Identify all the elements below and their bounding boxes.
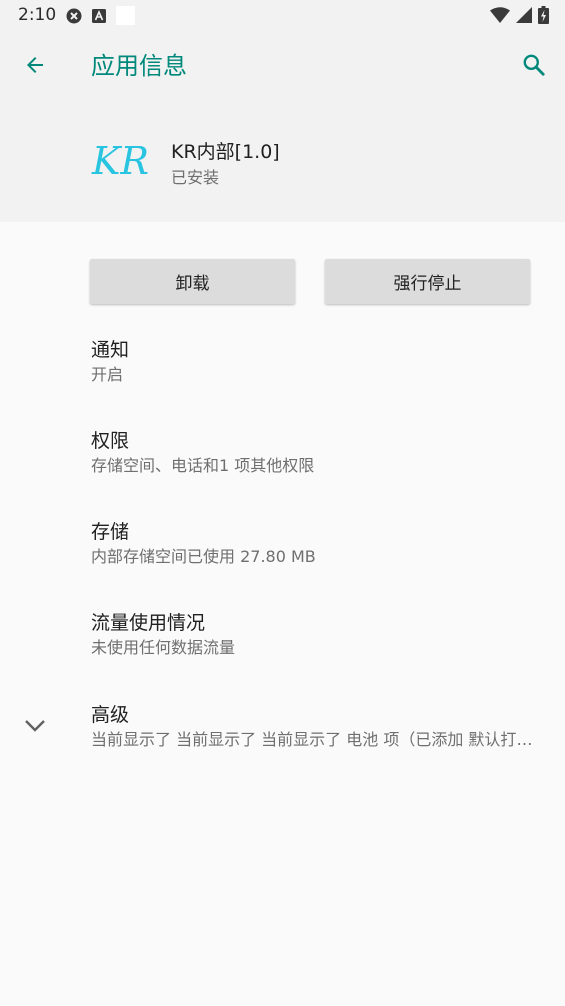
item-title: 权限 bbox=[91, 430, 130, 452]
app-install-status: 已安装 bbox=[171, 168, 220, 187]
app-name: KR内部[1.0] bbox=[171, 141, 280, 163]
item-subtitle: 存储空间、电话和1 项其他权限 bbox=[91, 456, 315, 475]
expand-advanced-button[interactable] bbox=[22, 714, 48, 740]
settings-item-storage[interactable]: 存储 内部存储空间已使用 27.80 MB bbox=[91, 519, 551, 569]
item-subtitle: 未使用任何数据流量 bbox=[91, 638, 236, 657]
app-info-header: 应用信息 KR KR内部[1.0] 已安装 bbox=[0, 30, 565, 222]
settings-item-data-usage[interactable]: 流量使用情况 未使用任何数据流量 bbox=[91, 610, 551, 660]
item-subtitle: 内部存储空间已使用 27.80 MB bbox=[91, 547, 316, 566]
item-subtitle: 当前显示了 当前显示了 当前显示了 电池 项（已添加 默认打开、商店 bbox=[91, 730, 543, 749]
status-icons-left bbox=[66, 6, 135, 29]
item-title: 通知 bbox=[91, 339, 130, 361]
a-badge-icon bbox=[92, 8, 106, 27]
search-icon bbox=[521, 52, 547, 82]
search-button[interactable] bbox=[517, 50, 551, 84]
chevron-down-icon bbox=[24, 718, 46, 737]
settings-item-notifications[interactable]: 通知 开启 bbox=[91, 337, 551, 387]
page-title: 应用信息 bbox=[91, 52, 187, 80]
app-logo-text: KR bbox=[91, 139, 149, 183]
signal-icon bbox=[516, 7, 532, 27]
white-square-icon bbox=[116, 6, 135, 29]
battery-charging-icon bbox=[538, 6, 549, 28]
status-icons-right bbox=[490, 6, 549, 28]
status-time: 2:10 bbox=[18, 5, 57, 25]
back-button[interactable] bbox=[18, 50, 52, 84]
arrow-left-icon bbox=[23, 53, 47, 81]
settings-item-advanced[interactable]: 高级 当前显示了 当前显示了 当前显示了 电池 项（已添加 默认打开、商店 bbox=[91, 702, 543, 752]
app-icon: KR bbox=[88, 134, 154, 184]
uninstall-button[interactable]: 卸载 bbox=[90, 259, 295, 304]
force-stop-button[interactable]: 强行停止 bbox=[325, 259, 530, 304]
item-subtitle: 开启 bbox=[91, 365, 124, 384]
settings-item-permissions[interactable]: 权限 存储空间、电话和1 项其他权限 bbox=[91, 428, 551, 478]
close-circle-icon bbox=[66, 8, 82, 28]
status-bar: 2:10 bbox=[0, 0, 565, 30]
item-title: 存储 bbox=[91, 521, 130, 543]
item-title: 流量使用情况 bbox=[91, 612, 206, 634]
wifi-icon bbox=[490, 7, 510, 27]
item-title: 高级 bbox=[91, 704, 130, 726]
